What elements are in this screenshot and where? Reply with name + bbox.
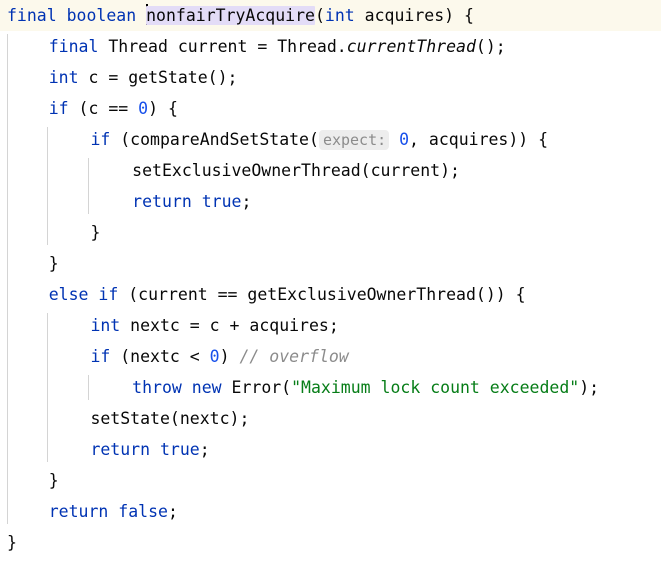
code-token-id: (compareAndSetState( (110, 130, 319, 149)
code-token-stat: currentThread (346, 37, 476, 56)
code-token-kw: throw (132, 378, 182, 397)
code-token-num: 0 (209, 347, 220, 366)
code-editor[interactable]: final boolean nonfairTryAcquire(int acqu… (0, 0, 661, 566)
code-token-id: ; (199, 440, 210, 459)
code-token-str: "Maximum lock count exceeded" (291, 378, 580, 397)
code-text-area[interactable]: final boolean nonfairTryAcquire(int acqu… (0, 0, 661, 566)
code-line[interactable]: else if (current == getExclusiveOwnerThr… (0, 279, 661, 310)
code-token-id (192, 192, 202, 211)
code-token-kw: int (324, 6, 355, 25)
code-token-kw: int (90, 316, 121, 335)
code-token-cmt: // overflow (239, 347, 349, 366)
code-token-kw: if (90, 347, 111, 366)
code-token-id: (nextc < (110, 347, 210, 366)
code-token-kw: int (48, 68, 79, 87)
code-line[interactable]: } (0, 527, 661, 558)
code-token-id: c = getState(); (78, 68, 238, 87)
code-token-kw: return (132, 192, 192, 211)
code-token-id: , acquires)) { (409, 130, 549, 149)
code-line[interactable]: throw new Error("Maximum lock count exce… (0, 372, 661, 403)
code-token-kw: new (191, 378, 222, 397)
code-token-kw: final (7, 6, 57, 25)
code-token-id: ; (167, 502, 178, 521)
code-token-id: } (90, 223, 101, 242)
code-line[interactable]: return true; (0, 186, 661, 217)
code-token-id: nextc = c + acquires; (120, 316, 339, 335)
code-token-num: 0 (138, 99, 149, 118)
code-line[interactable]: setExclusiveOwnerThread(current); (0, 155, 661, 186)
code-token-kw: false (118, 502, 168, 521)
code-line[interactable]: } (0, 248, 661, 279)
code-token-id (182, 378, 192, 397)
code-token-id: ) { (148, 99, 178, 118)
code-line[interactable]: if (compareAndSetState(expect: 0, acquir… (0, 124, 661, 155)
code-token-id: (current == getExclusiveOwnerThread()) { (118, 285, 526, 304)
code-token-id: ( (314, 6, 325, 25)
code-line[interactable]: } (0, 217, 661, 248)
code-token-id (150, 440, 160, 459)
code-line[interactable]: return true; (0, 434, 661, 465)
code-line[interactable]: return false; (0, 496, 661, 527)
code-token-kw: final (48, 37, 99, 56)
code-token-id (88, 285, 98, 304)
code-token-id: setState(nextc); (90, 409, 250, 428)
code-token-id: acquires) { (354, 6, 474, 25)
code-token-id: ); (579, 378, 600, 397)
code-token-kw: if (48, 99, 69, 118)
code-token-kw: return (48, 502, 109, 521)
code-line[interactable]: if (c == 0) { (0, 93, 661, 124)
code-token-id (57, 6, 67, 25)
code-token-kw: return (90, 440, 151, 459)
code-token-kw: true (201, 192, 242, 211)
code-token-kw: true (159, 440, 200, 459)
code-line[interactable]: setState(nextc); (0, 403, 661, 434)
code-token-id (108, 502, 118, 521)
code-line[interactable]: int c = getState(); (0, 62, 661, 93)
inlay-parameter-hint[interactable]: expect: (318, 130, 390, 150)
code-token-num: 0 (389, 130, 410, 149)
code-token-id: } (7, 533, 17, 552)
code-token-id: Error( (221, 378, 292, 397)
code-line[interactable]: final boolean nonfairTryAcquire(int acqu… (0, 0, 661, 31)
code-token-id: } (48, 471, 59, 490)
code-token-id: ; (241, 192, 252, 211)
code-line[interactable]: if (nextc < 0) // overflow (0, 341, 661, 372)
code-line[interactable]: int nextc = c + acquires; (0, 310, 661, 341)
code-token-id: (); (475, 37, 506, 56)
code-line[interactable]: } (0, 465, 661, 496)
highlighted-identifier: nonfairTryAcquire (146, 6, 315, 25)
code-token-id: Thread current = Thread. (98, 37, 347, 56)
code-token-kw: if (98, 285, 119, 304)
code-token-id: setExclusiveOwnerThread(current); (132, 161, 460, 180)
code-token-kw: if (90, 130, 111, 149)
code-token-kw: boolean (66, 6, 137, 25)
code-token-id (136, 6, 146, 25)
code-token-id: ) (219, 347, 240, 366)
code-token-id: } (48, 254, 59, 273)
code-token-kw: else (48, 285, 89, 304)
code-token-id: (c == (68, 99, 139, 118)
code-line[interactable]: final Thread current = Thread.currentThr… (0, 31, 661, 62)
